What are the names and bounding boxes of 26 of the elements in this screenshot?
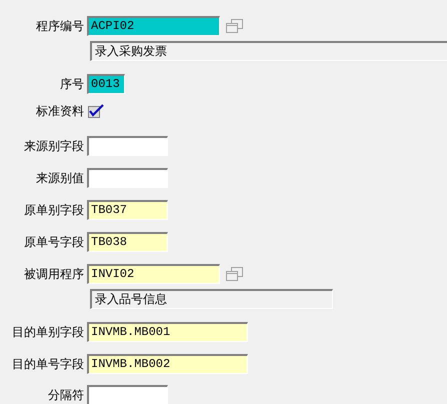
field-label: 目的单号字段 xyxy=(11,356,85,373)
field-label: 来源别值 xyxy=(35,170,85,187)
text-field[interactable]: INVI02 xyxy=(87,264,220,284)
windows-icon[interactable] xyxy=(226,18,243,34)
text-field[interactable] xyxy=(87,136,168,156)
text-field[interactable]: 0013 xyxy=(87,74,125,94)
field-label: 原单别字段 xyxy=(23,202,85,219)
field-label: 被调用程序 xyxy=(23,266,85,283)
field-label: 标准资料 xyxy=(35,103,85,120)
text-field[interactable]: INVMB.MB002 xyxy=(87,354,248,374)
field-label: 来源别字段 xyxy=(23,138,85,155)
field-label: 程序编号 xyxy=(35,18,85,35)
field-label: 序号 xyxy=(59,76,85,93)
checkbox[interactable] xyxy=(87,103,105,119)
description-field: 录入采购发票 xyxy=(90,41,447,61)
text-field[interactable] xyxy=(87,385,168,404)
field-label: 原单号字段 xyxy=(23,234,85,251)
windows-icon[interactable] xyxy=(226,266,243,282)
field-label: 目的单别字段 xyxy=(11,324,85,341)
text-field[interactable]: TB038 xyxy=(87,232,168,252)
text-field[interactable]: ACPI02 xyxy=(87,16,220,36)
text-field[interactable] xyxy=(87,168,168,188)
text-field[interactable]: INVMB.MB001 xyxy=(87,322,248,342)
text-field[interactable]: TB037 xyxy=(87,200,168,220)
field-label: 分隔符 xyxy=(47,387,85,404)
description-field: 录入品号信息 xyxy=(90,289,333,309)
